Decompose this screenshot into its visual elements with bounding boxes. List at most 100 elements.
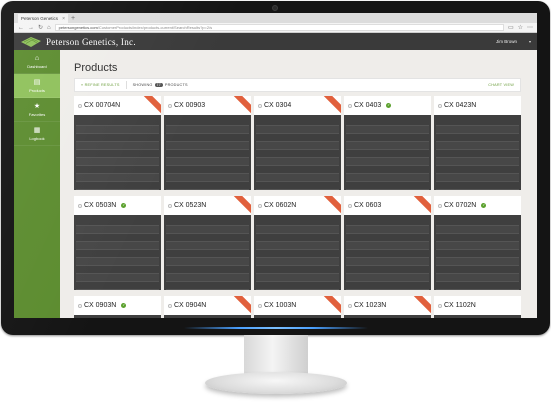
chart-view-link[interactable]: CHART VIEW (488, 83, 514, 87)
product-card-header: CX 0423N (434, 96, 521, 115)
detail-row (346, 258, 429, 266)
sidebar-item-products[interactable]: ▤ Products (14, 74, 60, 98)
refresh-icon[interactable]: ↻ (38, 24, 43, 31)
results-count: SHOWING 77 PRODUCTS (133, 83, 188, 87)
product-name: CX 0602N (264, 202, 297, 209)
detail-row (166, 266, 249, 274)
sidebar-item-label: Favorites (28, 111, 46, 117)
compare-toggle-icon[interactable] (438, 203, 442, 208)
compare-toggle-icon[interactable] (258, 303, 262, 308)
compare-toggle-icon[interactable] (168, 103, 172, 108)
detail-row (76, 218, 159, 226)
detail-row (166, 126, 249, 134)
settings-menu-icon[interactable]: ⋯ (527, 24, 533, 31)
product-card[interactable]: CX 1003N (254, 296, 341, 318)
compare-toggle-icon[interactable] (78, 303, 82, 308)
compare-toggle-icon[interactable] (258, 103, 262, 108)
product-name: CX 00704N (84, 102, 121, 109)
compare-toggle-icon[interactable] (438, 303, 442, 308)
product-row: CX 00704N CX 00903 CX 0304 CX 0403 ✓ CX 0423N (74, 96, 521, 190)
compare-toggle-icon[interactable] (168, 203, 172, 208)
detail-row (76, 150, 159, 158)
detail-row (166, 142, 249, 150)
product-card[interactable]: CX 1023N (344, 296, 431, 318)
detail-row (76, 174, 159, 182)
product-detail-table (254, 315, 341, 318)
detail-row (346, 274, 429, 282)
brand-logo[interactable]: Peterson Genetics, Inc. (20, 36, 136, 48)
product-name: CX 0904N (174, 302, 207, 309)
detail-row (76, 242, 159, 250)
reading-view-icon[interactable]: ▭ (508, 24, 514, 31)
compare-toggle-icon[interactable] (438, 103, 442, 108)
detail-row (76, 266, 159, 274)
product-detail-table (434, 115, 521, 190)
compare-toggle-icon[interactable] (348, 203, 352, 208)
product-card[interactable]: CX 0603 (344, 196, 431, 290)
detail-row (436, 182, 519, 190)
new-ribbon (230, 196, 251, 215)
product-card-header: CX 0304 (254, 96, 341, 115)
compare-toggle-icon[interactable] (78, 203, 82, 208)
product-card[interactable]: CX 0903N ✓ (74, 296, 161, 318)
product-card[interactable]: CX 00903 (164, 96, 251, 190)
detail-row (436, 174, 519, 182)
detail-row (166, 134, 249, 142)
close-tab-icon[interactable]: × (62, 16, 65, 22)
detail-row (346, 142, 429, 150)
sidebar-item-dashboard[interactable]: ⌂ Dashboard (14, 50, 60, 74)
screen: Peterson Genetics × + ← → ↻ ⌂ petersonge… (14, 13, 537, 318)
back-icon[interactable]: ← (18, 25, 24, 31)
product-card[interactable]: CX 0503N ✓ (74, 196, 161, 290)
detail-row (76, 126, 159, 134)
detail-row (166, 150, 249, 158)
favorite-star-icon[interactable]: ☆ (518, 24, 523, 31)
new-ribbon (230, 96, 251, 115)
detail-row (346, 182, 429, 190)
address-bar[interactable]: petersongenetics.com/CustomerProducts/in… (54, 24, 504, 31)
user-name[interactable]: Jim Brown (496, 39, 517, 44)
product-name: CX 0903N (84, 302, 117, 309)
new-tab-icon[interactable]: + (71, 14, 75, 23)
product-detail-table (254, 115, 341, 190)
product-card[interactable]: CX 0523N (164, 196, 251, 290)
detail-row (76, 250, 159, 258)
refine-results-link[interactable]: « REFINE RESULTS (81, 83, 120, 87)
sidebar-item-label: Products (29, 87, 45, 93)
compare-toggle-icon[interactable] (348, 303, 352, 308)
compare-toggle-icon[interactable] (258, 203, 262, 208)
product-card[interactable]: CX 00704N (74, 96, 161, 190)
forward-icon[interactable]: → (28, 25, 34, 31)
detail-row (256, 174, 339, 182)
home-nav-icon[interactable]: ⌂ (47, 25, 51, 31)
product-card[interactable]: CX 0304 (254, 96, 341, 190)
browser-tab[interactable]: Peterson Genetics × (18, 14, 68, 23)
browser-toolbar: ← → ↻ ⌂ petersongenetics.com/CustomerPro… (14, 23, 537, 33)
url-path: /CustomerProducts/index/products-current… (97, 25, 213, 30)
product-card[interactable]: CX 1102N (434, 296, 521, 318)
product-card[interactable]: CX 0904N (164, 296, 251, 318)
detail-row (346, 282, 429, 290)
product-row: CX 0503N ✓ CX 0523N CX 0602N CX 0603 CX 0702N… (74, 196, 521, 290)
detail-row (76, 258, 159, 266)
product-card[interactable]: CX 0702N ✓ (434, 196, 521, 290)
compare-toggle-icon[interactable] (78, 103, 82, 108)
compare-toggle-icon[interactable] (168, 303, 172, 308)
browser-tabbar: Peterson Genetics × + (14, 13, 537, 23)
detail-row (166, 218, 249, 226)
product-card[interactable]: CX 0423N (434, 96, 521, 190)
calendar-icon: ▦ (33, 126, 41, 134)
detail-row (346, 174, 429, 182)
product-name: CX 1003N (264, 302, 297, 309)
compare-toggle-icon[interactable] (348, 103, 352, 108)
detail-row (76, 182, 159, 190)
detail-row (256, 218, 339, 226)
product-card[interactable]: CX 0602N (254, 196, 341, 290)
sidebar-item-logbook[interactable]: ▦ Logbook (14, 122, 60, 146)
user-menu-caret-icon[interactable]: ▾ (529, 39, 531, 44)
product-card-header: CX 1023N (344, 296, 431, 315)
product-card[interactable]: CX 0403 ✓ (344, 96, 431, 190)
sidebar-item-favorites[interactable]: ★ Favorites (14, 98, 60, 122)
detail-row (346, 242, 429, 250)
detail-row (436, 274, 519, 282)
